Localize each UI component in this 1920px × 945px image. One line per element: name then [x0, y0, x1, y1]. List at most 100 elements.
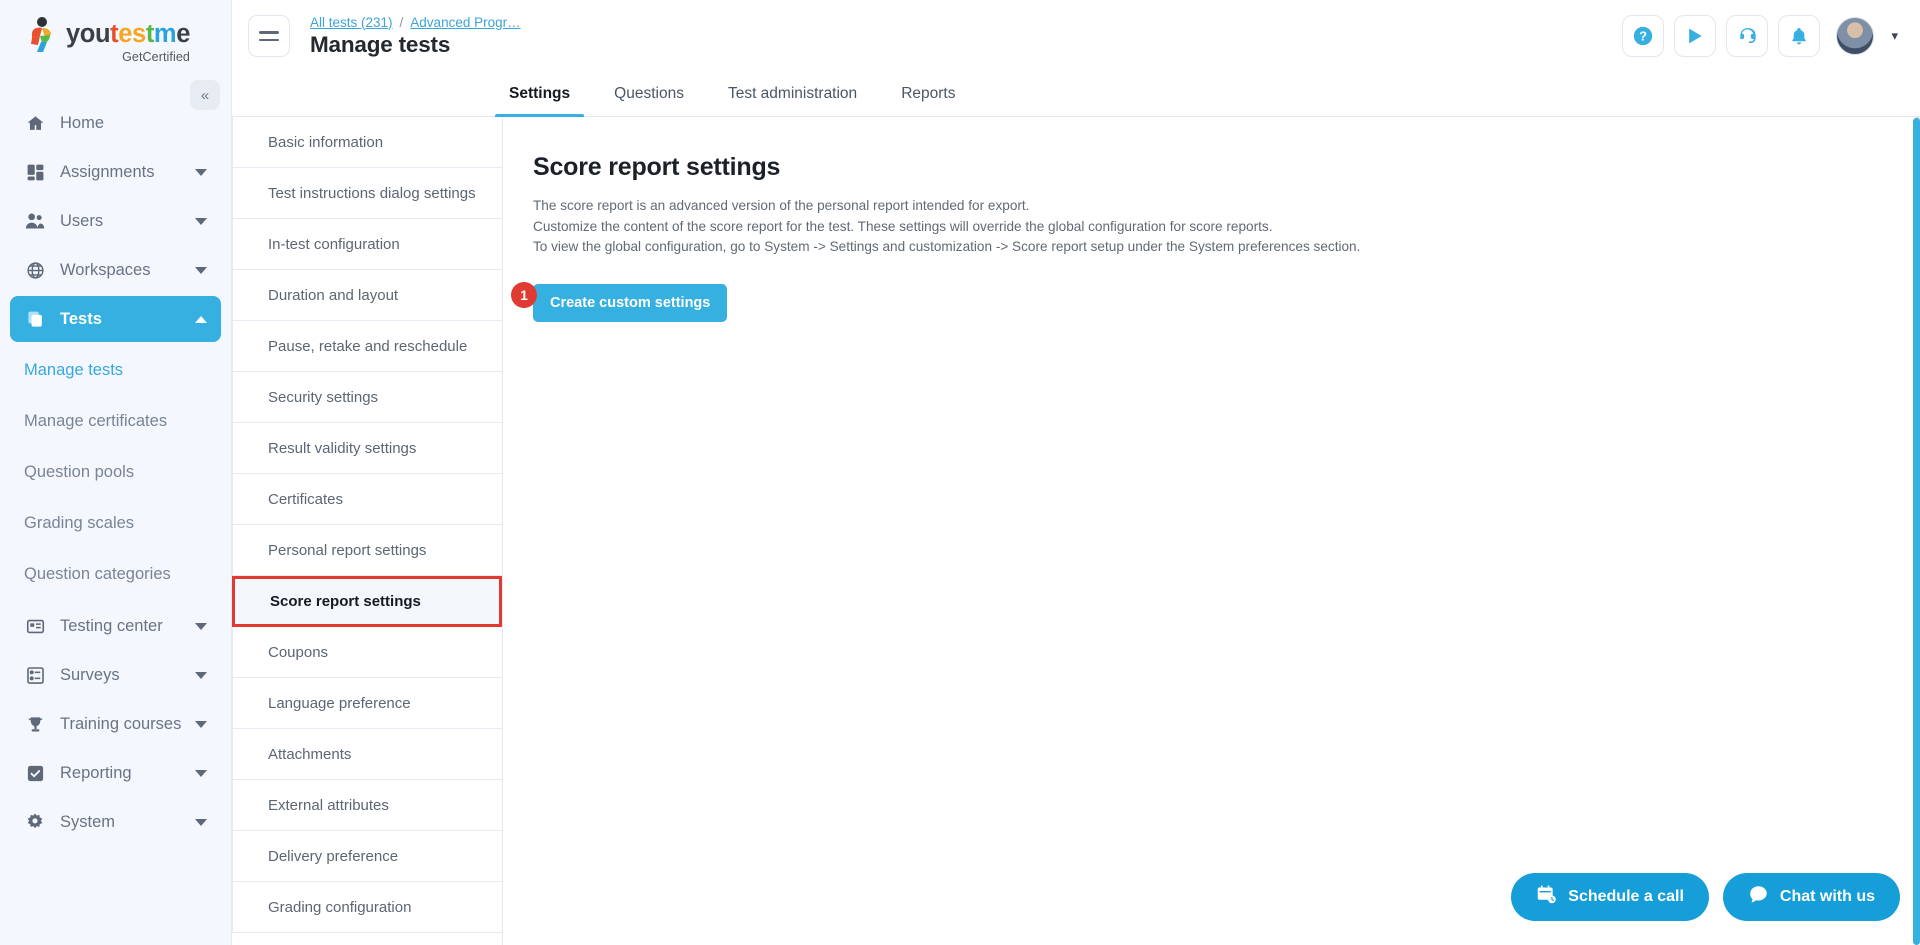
reporting-icon: [22, 762, 48, 784]
brand-part-m: m: [153, 20, 177, 48]
home-icon: [22, 112, 48, 134]
chevron-down-icon[interactable]: [195, 266, 207, 274]
settings-item-basic-information[interactable]: Basic information: [232, 117, 502, 168]
score-report-settings-panel: Score report settings The score report i…: [503, 117, 1920, 945]
tab-settings[interactable]: Settings: [487, 72, 592, 117]
sidebar-item-label: Assignments: [60, 162, 155, 181]
sidebar-subitem-manage-certificates[interactable]: Manage certificates: [0, 396, 231, 447]
chat-with-us-button[interactable]: Chat with us: [1722, 873, 1900, 921]
gear-icon: [22, 811, 48, 833]
settings-item-security-settings[interactable]: Security settings: [232, 372, 502, 423]
chevron-down-icon[interactable]: [195, 671, 207, 679]
page-scrollbar[interactable]: [1913, 118, 1920, 945]
trophy-icon: [22, 713, 48, 735]
settings-item-external-attributes[interactable]: External attributes: [232, 780, 502, 831]
sidebar-item-label: Training courses: [60, 714, 182, 733]
settings-item-result-validity-settings[interactable]: Result validity settings: [232, 423, 502, 474]
brand-part-t2: t: [145, 20, 154, 48]
brand-tagline: GetCertified: [122, 49, 190, 64]
settings-item-grading-configuration[interactable]: Grading configuration: [232, 882, 502, 933]
settings-item-language-preference[interactable]: Language preference: [232, 678, 502, 729]
sidebar-item-workspaces[interactable]: Workspaces: [10, 247, 221, 293]
settings-item-attachments[interactable]: Attachments: [232, 729, 502, 780]
chevron-down-icon[interactable]: [195, 622, 207, 630]
sidebar-item-assignments[interactable]: Assignments: [10, 149, 221, 195]
brand-part-e: e: [176, 20, 190, 48]
sidebar-subitem-grading-scales[interactable]: Grading scales: [0, 498, 231, 549]
surveys-icon: [22, 664, 48, 686]
menu-toggle-hamburger-icon[interactable]: [248, 15, 290, 57]
sidebar-item-home[interactable]: Home: [10, 100, 221, 146]
sidebar-item-label: Surveys: [60, 665, 120, 684]
breadcrumb-current-test[interactable]: Advanced Progr…: [410, 15, 520, 30]
chat-bubble-icon: [1748, 884, 1769, 910]
svg-text:?: ?: [1640, 29, 1648, 44]
sidebar: youtestme GetCertified « Home Assignment…: [0, 0, 232, 945]
create-custom-settings-row: 1 Create custom settings: [511, 281, 728, 322]
sidebar-item-surveys[interactable]: Surveys: [10, 652, 221, 698]
sidebar-item-users[interactable]: Users: [10, 198, 221, 244]
settings-item-coupons[interactable]: Coupons: [232, 627, 502, 678]
chevron-down-icon[interactable]: [195, 217, 207, 225]
brand-logo[interactable]: youtestme GetCertified: [0, 0, 231, 72]
sidebar-item-label: Home: [60, 113, 105, 132]
sidebar-item-label: Testing center: [60, 616, 163, 635]
tests-icon: [22, 308, 48, 330]
youtestme-runner-icon: [26, 16, 60, 58]
sidebar-item-testing-center[interactable]: Testing center: [10, 603, 221, 649]
chevron-down-icon[interactable]: ▾: [1891, 28, 1898, 44]
chevron-down-icon[interactable]: [195, 168, 207, 176]
tab-test-administration[interactable]: Test administration: [706, 72, 879, 116]
globe-icon: [22, 259, 48, 281]
settings-item-pause-retake-and-reschedule-settings[interactable]: Pause, retake and reschedule settings: [232, 321, 502, 406]
step-badge: 1: [511, 281, 537, 308]
schedule-a-call-button[interactable]: Schedule a call: [1511, 873, 1709, 921]
breadcrumb: All tests (231) / Advanced Progr…: [310, 15, 521, 30]
panel-description-line-2: Customize the content of the score repor…: [533, 218, 1273, 234]
create-custom-settings-button[interactable]: Create custom settings: [533, 283, 728, 322]
settings-item-duration-and-layout[interactable]: Duration and layout: [232, 270, 502, 321]
chevron-down-icon[interactable]: [195, 720, 207, 728]
panel-description-line-3: To view the global configuration, go to …: [533, 239, 1361, 255]
settings-item-in-test-configuration[interactable]: In-test configuration: [232, 219, 502, 270]
sidebar-item-label: Reporting: [60, 763, 132, 782]
settings-item-delivery-preference[interactable]: Delivery preference: [232, 831, 502, 882]
chevron-up-icon[interactable]: [195, 315, 207, 323]
settings-item-certificates[interactable]: Certificates: [232, 474, 502, 525]
sidebar-item-label: System: [60, 812, 116, 831]
testing-center-icon: [22, 615, 48, 637]
chat-with-us-label: Chat with us: [1779, 888, 1875, 905]
assignments-icon: [22, 161, 48, 183]
content-region: Basic information Test instructions dial…: [232, 117, 1920, 945]
sidebar-subitem-question-categories[interactable]: Question categories: [0, 549, 231, 600]
page-heading-block: All tests (231) / Advanced Progr… Manage…: [310, 15, 521, 58]
support-headset-icon[interactable]: [1726, 15, 1769, 57]
sidebar-subitem-manage-tests[interactable]: Manage tests: [0, 345, 231, 396]
tab-reports[interactable]: Reports: [879, 72, 977, 116]
notifications-bell-icon[interactable]: [1778, 15, 1821, 57]
settings-item-score-report-settings[interactable]: Score report settings: [232, 576, 502, 627]
play-icon[interactable]: [1674, 15, 1717, 57]
sidebar-item-label: Users: [60, 211, 104, 230]
settings-item-personal-report-settings[interactable]: Personal report settings: [232, 525, 502, 576]
avatar[interactable]: [1836, 17, 1875, 55]
sidebar-subitem-question-pools[interactable]: Question pools: [0, 447, 231, 498]
chevron-down-icon[interactable]: [195, 769, 207, 777]
floating-action-bar: Schedule a call Chat with us: [1511, 873, 1900, 921]
sidebar-nav: Home Assignments Users Workspaces Tests …: [0, 100, 231, 845]
main-region: All tests (231) / Advanced Progr… Manage…: [232, 0, 1920, 945]
sidebar-item-tests[interactable]: Tests: [10, 296, 221, 342]
sidebar-item-system[interactable]: System: [10, 799, 221, 845]
help-icon[interactable]: ?: [1622, 15, 1665, 57]
chevron-down-icon[interactable]: [195, 818, 207, 826]
tab-questions[interactable]: Questions: [592, 72, 706, 116]
brand-wordmark: youtestme: [66, 20, 190, 48]
page-title: Manage tests: [310, 31, 451, 57]
sidebar-item-reporting[interactable]: Reporting: [10, 750, 221, 796]
settings-item-test-instructions-dialog-settings[interactable]: Test instructions dialog settings: [232, 168, 502, 219]
tests-submenu: Manage tests Manage certificates Questio…: [0, 345, 231, 600]
schedule-a-call-label: Schedule a call: [1568, 888, 1684, 905]
sidebar-item-training-courses[interactable]: Training courses: [10, 701, 221, 747]
brand-part-you: you: [66, 20, 111, 48]
breadcrumb-all-tests[interactable]: All tests (231): [310, 15, 393, 30]
